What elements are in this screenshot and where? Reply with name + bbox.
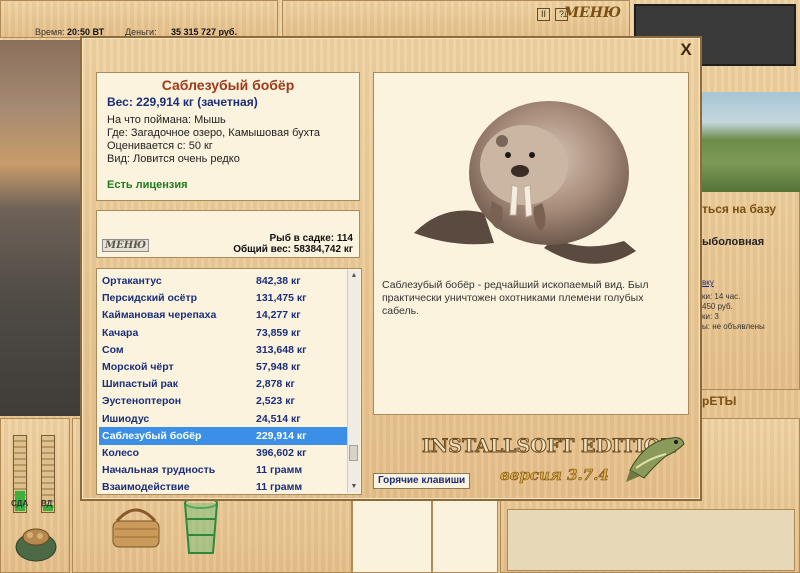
sabertooth-beaver-image bbox=[414, 101, 636, 264]
catch-fish-weight: 2,523 кг bbox=[256, 395, 295, 408]
total-weight: Общий вес: 58384,742 кг bbox=[233, 244, 353, 255]
bait-line: На что поймана: Мышь bbox=[107, 114, 226, 126]
catch-list-scrollbar[interactable]: ▲ ▼ bbox=[347, 270, 360, 493]
bag-icon[interactable] bbox=[13, 519, 59, 563]
top-controls: II ? МЕНЮ bbox=[282, 0, 630, 38]
base-link[interactable]: вку bbox=[702, 278, 714, 287]
catch-fish-weight: 842,38 кг bbox=[256, 275, 301, 287]
basket-icon[interactable] bbox=[109, 503, 163, 551]
fish-name: Саблезубый бобёр bbox=[161, 77, 295, 93]
catch-list-item[interactable]: Эустеноптерон 2,523 кг bbox=[99, 392, 347, 410]
fish-count: Рыб в садке: 114 bbox=[269, 233, 354, 244]
catch-fish-weight: 131,475 кг bbox=[256, 292, 307, 305]
fish-weight: Вес: 229,914 кг (зачетная) bbox=[107, 95, 258, 109]
catch-fish-name: Взаимодействие bbox=[102, 481, 190, 494]
base-info-line: ки: 3 bbox=[702, 312, 719, 321]
catch-fish-weight: 57,948 кг bbox=[256, 361, 301, 373]
catch-fish-weight: 11 грамм bbox=[256, 464, 303, 477]
catch-list-item[interactable]: Ишиодус 24,514 кг bbox=[99, 410, 347, 428]
catch-list-item[interactable]: Начальная трудность 11 грамм bbox=[99, 461, 347, 479]
fish-info-box: Саблезубый бобёр Вес: 229,914 кг (зачетн… bbox=[96, 72, 360, 201]
base-info-line: ки: 14 час. bbox=[702, 292, 741, 301]
menu-button[interactable]: МЕНЮ bbox=[564, 5, 621, 21]
pause-button[interactable]: II bbox=[537, 8, 550, 21]
catch-list-item[interactable]: Персидский осётр 131,475 кг bbox=[99, 289, 347, 307]
left-meter-label: СДА bbox=[11, 499, 29, 508]
catch-list-item[interactable]: Колесо 396,602 кг bbox=[99, 444, 347, 462]
catch-fish-name: Ишиодус bbox=[102, 412, 150, 425]
catch-fish-name: Качара bbox=[102, 326, 139, 339]
catch-fish-name: Саблезубый бобёр bbox=[102, 429, 202, 442]
catch-fish-weight: 24,514 кг bbox=[256, 412, 301, 425]
hotkeys-button[interactable]: Горячие клавиши bbox=[373, 473, 471, 489]
catch-list-item[interactable]: Ортакантус 842,38 кг bbox=[99, 272, 347, 290]
rarity-line: Вид: Ловится очень редко bbox=[107, 153, 240, 165]
catch-fish-name: Персидский осётр bbox=[102, 292, 198, 305]
catch-fish-weight: 14,277 кг bbox=[256, 309, 301, 322]
fish-photo-box: Саблезубый бобёр - редчайший ископаемый … bbox=[373, 72, 689, 415]
base-info-line: ы: не объявлены bbox=[702, 322, 765, 331]
catch-list-item[interactable]: Шипастый рак 2,878 кг bbox=[99, 375, 347, 393]
catch-fish-weight: 11 грамм bbox=[256, 481, 303, 494]
valued-line: Оценивается с: 50 кг bbox=[107, 140, 213, 152]
catch-list-item[interactable]: Качара 73,859 кг bbox=[99, 324, 347, 342]
scroll-up-icon[interactable]: ▲ bbox=[348, 270, 360, 282]
scroll-thumb[interactable] bbox=[349, 445, 358, 461]
scroll-down-icon[interactable]: ▼ bbox=[348, 481, 360, 493]
meters-panel: СДА ВД bbox=[0, 418, 70, 573]
catch-fish-weight: 2,878 кг bbox=[256, 378, 295, 391]
inventory-slot[interactable] bbox=[352, 500, 432, 573]
pike-icon bbox=[626, 437, 685, 482]
catch-fish-name: Колесо bbox=[102, 447, 140, 459]
catch-list-item[interactable]: Саблезубый бобёр 229,914 кг bbox=[99, 426, 347, 445]
go-to-base-header[interactable]: ться на базу bbox=[702, 202, 776, 216]
mini-menu-button[interactable]: МЕНЮ bbox=[102, 239, 150, 252]
base-subheader: ыболовная bbox=[702, 236, 765, 248]
catch-fish-name: Морской чёрт bbox=[102, 361, 174, 373]
catch-fish-name: Каймановая черепаха bbox=[102, 309, 217, 322]
location-picture bbox=[700, 92, 800, 192]
keepnet-stats: МЕНЮ Рыб в садке: 114 Общий вес: 58384,7… bbox=[96, 210, 360, 258]
catch-fish-weight: 229,914 кг bbox=[256, 429, 307, 442]
catch-fish-weight: 73,859 кг bbox=[256, 326, 301, 339]
time-label: Время: bbox=[35, 27, 65, 37]
lake-view bbox=[0, 40, 80, 416]
catch-list[interactable]: Ортакантус 842,38 кг Персидский осётр 131,4… bbox=[96, 268, 362, 495]
inventory-slot[interactable] bbox=[432, 500, 498, 573]
base-info-line: 450 руб. bbox=[702, 302, 733, 311]
catch-fish-name: Сом bbox=[102, 343, 124, 356]
catch-list-item[interactable]: Морской чёрт 57,948 кг bbox=[99, 358, 347, 376]
catch-fish-weight: 313,648 кг bbox=[256, 343, 307, 356]
catch-fish-name: Эустеноптерон bbox=[102, 395, 182, 408]
close-button[interactable]: X bbox=[678, 41, 694, 58]
secrets-header[interactable]: рЕТЫ bbox=[702, 394, 736, 408]
status-bar: Время: 20:50 ВТ Деньги: 35 315 727 руб. bbox=[0, 0, 278, 38]
location-line: Где: Загадочное озеро, Камышовая бухта bbox=[107, 127, 321, 139]
keepnet-icon[interactable] bbox=[181, 495, 221, 559]
catch-list-item[interactable]: Сом 313,648 кг bbox=[99, 341, 347, 359]
right-meter-label: ВД bbox=[41, 499, 53, 508]
fish-info-dialog: X Саблезубый бобёр Вес: 229,914 кг (заче… bbox=[80, 36, 702, 501]
catch-fish-name: Начальная трудность bbox=[102, 464, 216, 477]
catch-list-item[interactable]: Каймановая черепаха 14,277 кг bbox=[99, 306, 347, 324]
catch-fish-weight: 396,602 кг bbox=[256, 447, 307, 459]
fish-description: Саблезубый бобёр - редчайший ископаемый … bbox=[382, 279, 649, 317]
version-label: версия 3.7.4 bbox=[500, 466, 609, 485]
catch-list-item[interactable]: Взаимодействие 11 грамм bbox=[99, 478, 347, 494]
license-status: Есть лицензия bbox=[107, 179, 188, 191]
catch-fish-name: Шипастый рак bbox=[102, 378, 179, 391]
catch-fish-name: Ортакантус bbox=[102, 275, 162, 287]
